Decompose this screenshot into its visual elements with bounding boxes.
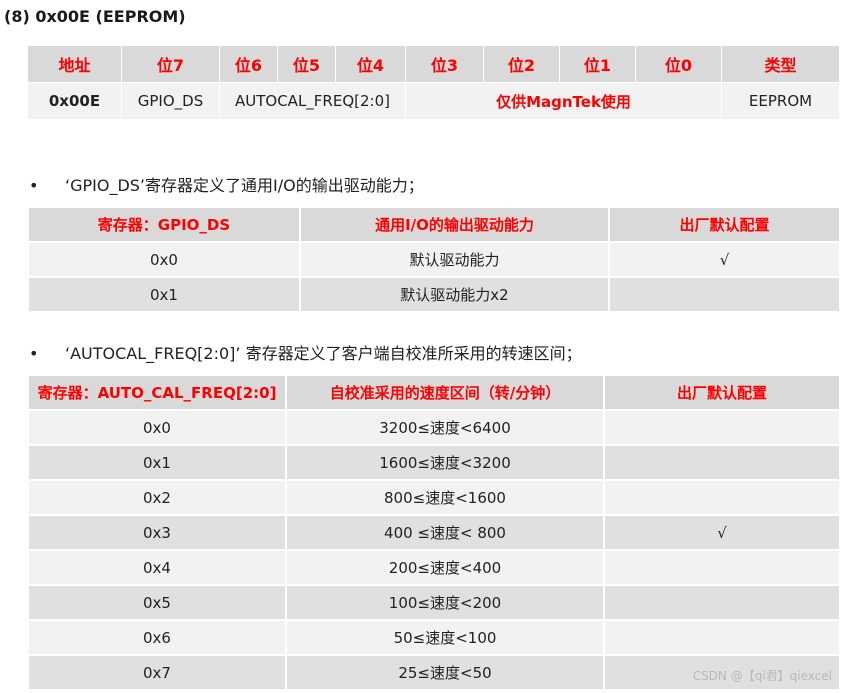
cell-default-mark	[603, 444, 841, 481]
table-row: 0x0 默认驱动能力 √	[27, 241, 841, 278]
cell-value: 0x2	[27, 479, 287, 516]
cell-value: 0x0	[27, 241, 301, 278]
register-header-row: 地址 位7 位6 位5 位4 位3 位2 位1 位0 类型	[27, 45, 840, 83]
cell-value: 0x3	[27, 514, 287, 551]
bullet-marker: •	[29, 344, 39, 363]
header-register: 寄存器：AUTO_CAL_FREQ[2:0]	[27, 374, 287, 411]
register-type: EEPROM	[721, 82, 840, 120]
cell-value: 0x0	[27, 409, 287, 446]
register-bits6-4-field: AUTOCAL_FREQ[2:0]	[219, 82, 406, 120]
cell-default-mark	[603, 409, 841, 446]
cell-default-mark	[603, 479, 841, 516]
header-bit3: 位3	[405, 45, 484, 83]
cell-speed-range: 3200≤速度<6400	[285, 409, 605, 446]
cell-speed-range: 50≤速度<100	[285, 619, 605, 656]
cell-default-mark	[603, 584, 841, 621]
cell-speed-range: 400 ≤速度< 800	[285, 514, 605, 551]
header-bit1: 位1	[559, 45, 636, 83]
cell-speed-range: 100≤速度<200	[285, 584, 605, 621]
cell-default-mark	[603, 619, 841, 656]
cell-value: 0x7	[27, 654, 287, 691]
register-bits3-0-field: 仅供MagnTek使用	[405, 82, 722, 120]
cell-value: 0x5	[27, 584, 287, 621]
header-type: 类型	[721, 45, 840, 83]
register-bit7-field: GPIO_DS	[121, 82, 220, 120]
register-address: 0x00E	[27, 82, 122, 120]
cell-description: 默认驱动能力x2	[299, 276, 610, 313]
header-bit5: 位5	[277, 45, 336, 83]
header-address: 地址	[27, 45, 122, 83]
gpio-ds-table: 寄存器：GPIO_DS 通用I/O的输出驱动能力 出厂默认配置 0x0 默认驱动…	[27, 206, 841, 313]
cell-speed-range: 25≤速度<50	[285, 654, 605, 691]
header-bit0: 位0	[635, 45, 722, 83]
gpio-description: • ‘GPIO_DS’寄存器定义了通用I/O的输出驱动能力；	[29, 172, 424, 196]
header-register: 寄存器：GPIO_DS	[27, 206, 301, 243]
table-row: 0x1 1600≤速度<3200	[27, 444, 841, 481]
table-row: 0x2 800≤速度<1600	[27, 479, 841, 516]
table-row: 0x4 200≤速度<400	[27, 549, 841, 586]
cell-value: 0x4	[27, 549, 287, 586]
cell-speed-range: 800≤速度<1600	[285, 479, 605, 516]
bullet-marker: •	[29, 176, 39, 195]
cell-speed-range: 1600≤速度<3200	[285, 444, 605, 481]
table-row: 0x6 50≤速度<100	[27, 619, 841, 656]
section-title: (8) 0x00E (EEPROM)	[4, 7, 186, 26]
cell-description: 默认驱动能力	[299, 241, 610, 278]
table-row: 0x5 100≤速度<200	[27, 584, 841, 621]
register-bit-table: 地址 位7 位6 位5 位4 位3 位2 位1 位0 类型 0x00E GPIO…	[27, 45, 840, 120]
cell-value: 0x1	[27, 444, 287, 481]
autocal-freq-table: 寄存器：AUTO_CAL_FREQ[2:0] 自校准采用的速度区间（转/分钟） …	[27, 374, 841, 691]
cell-speed-range: 200≤速度<400	[285, 549, 605, 586]
header-bit2: 位2	[483, 45, 560, 83]
table-header-row: 寄存器：GPIO_DS 通用I/O的输出驱动能力 出厂默认配置	[27, 206, 841, 243]
cell-default-mark: √	[608, 241, 841, 278]
header-bit7: 位7	[121, 45, 220, 83]
gpio-description-text: ‘GPIO_DS’寄存器定义了通用I/O的输出驱动能力；	[65, 176, 424, 195]
cell-value: 0x6	[27, 619, 287, 656]
table-row: 0x3 400 ≤速度< 800 √	[27, 514, 841, 551]
header-factory-default: 出厂默认配置	[603, 374, 841, 411]
header-factory-default: 出厂默认配置	[608, 206, 841, 243]
register-data-row: 0x00E GPIO_DS AUTOCAL_FREQ[2:0] 仅供MagnTe…	[27, 82, 840, 120]
header-drive-strength: 通用I/O的输出驱动能力	[299, 206, 610, 243]
table-header-row: 寄存器：AUTO_CAL_FREQ[2:0] 自校准采用的速度区间（转/分钟） …	[27, 374, 841, 411]
header-bit6: 位6	[219, 45, 278, 83]
cell-default-mark	[608, 276, 841, 313]
cell-default-mark	[603, 549, 841, 586]
table-row: 0x1 默认驱动能力x2	[27, 276, 841, 313]
header-bit4: 位4	[335, 45, 406, 83]
freq-description-text: ‘AUTOCAL_FREQ[2:0]’ 寄存器定义了客户端自校准所采用的转速区间…	[65, 344, 582, 363]
watermark: CSDN @【qi君】qiexcel	[692, 669, 832, 683]
header-speed-range: 自校准采用的速度区间（转/分钟）	[285, 374, 605, 411]
cell-default-mark: √	[603, 514, 841, 551]
table-row: 0x0 3200≤速度<6400	[27, 409, 841, 446]
freq-description: • ‘AUTOCAL_FREQ[2:0]’ 寄存器定义了客户端自校准所采用的转速区…	[29, 340, 582, 364]
cell-value: 0x1	[27, 276, 301, 313]
